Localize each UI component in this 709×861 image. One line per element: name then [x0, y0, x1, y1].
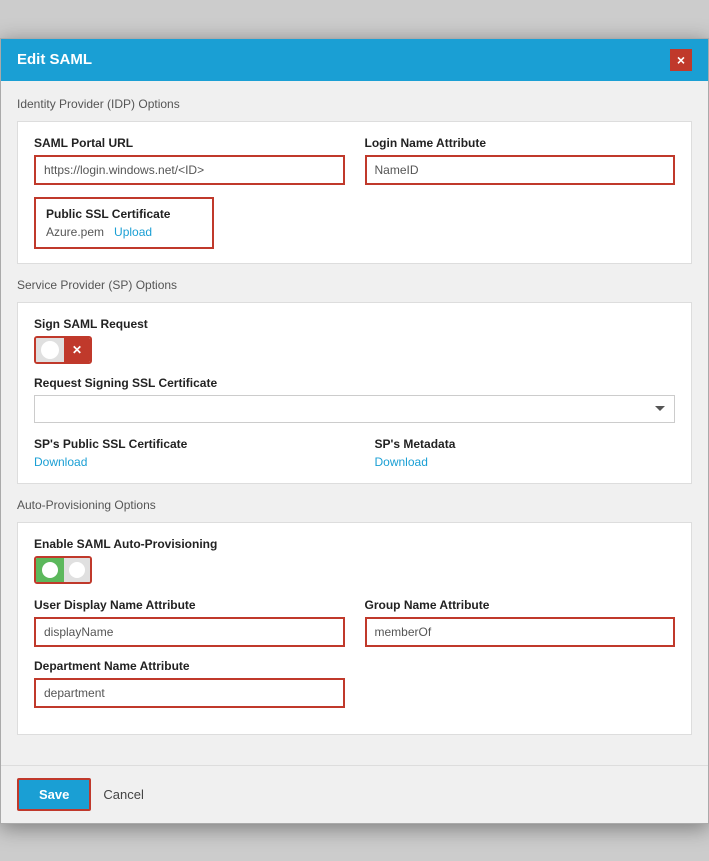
sign-saml-group: Sign SAML Request ✕	[34, 317, 675, 364]
request-signing-label: Request Signing SSL Certificate	[34, 376, 675, 390]
saml-url-group: SAML Portal URL	[34, 136, 345, 185]
modal-header: Edit SAML ×	[1, 39, 708, 81]
sp-public-ssl-label: SP's Public SSL Certificate	[34, 437, 335, 451]
dept-name-group: Department Name Attribute	[34, 659, 345, 708]
toggle-circle-green	[42, 562, 58, 578]
ssl-cert-filename: Azure.pem	[46, 225, 104, 239]
auto-prov-section-title: Auto-Provisioning Options	[17, 498, 692, 512]
sp-public-ssl-download[interactable]: Download	[34, 455, 87, 469]
sp-metadata-label: SP's Metadata	[375, 437, 676, 451]
enable-auto-prov-group: Enable SAML Auto-Provisioning	[34, 537, 675, 584]
toggle-green-part	[36, 558, 64, 582]
modal-close-button[interactable]: ×	[670, 49, 692, 71]
save-button[interactable]: Save	[17, 778, 91, 811]
sp-metadata-col: SP's Metadata Download	[375, 437, 676, 469]
ssl-cert-row: Azure.pem Upload	[46, 225, 202, 239]
dept-name-label: Department Name Attribute	[34, 659, 345, 673]
enable-toggle-container	[34, 556, 675, 584]
request-signing-select[interactable]	[34, 395, 675, 423]
auto-prov-row2: Department Name Attribute	[34, 659, 675, 708]
sign-saml-toggle[interactable]: ✕	[34, 336, 92, 364]
sp-section-title: Service Provider (SP) Options	[17, 278, 692, 292]
enable-auto-prov-toggle[interactable]	[34, 556, 92, 584]
ssl-cert-box: Public SSL Certificate Azure.pem Upload	[34, 197, 214, 249]
group-name-label: Group Name Attribute	[365, 598, 676, 612]
edit-saml-modal: Edit SAML × Identity Provider (IDP) Opti…	[0, 38, 709, 824]
cancel-button[interactable]: Cancel	[103, 787, 143, 802]
request-signing-group: Request Signing SSL Certificate	[34, 376, 675, 423]
group-name-group: Group Name Attribute	[365, 598, 676, 647]
saml-url-input[interactable]	[34, 155, 345, 185]
sp-public-ssl-col: SP's Public SSL Certificate Download	[34, 437, 335, 469]
modal-footer: Save Cancel	[1, 765, 708, 823]
modal-body: Identity Provider (IDP) Options SAML Por…	[1, 81, 708, 765]
user-display-input[interactable]	[34, 617, 345, 647]
sp-section-box: Sign SAML Request ✕ Request Signing SSL …	[17, 302, 692, 484]
toggle-circle-right	[69, 562, 85, 578]
modal-title: Edit SAML	[17, 51, 92, 68]
enable-auto-prov-label: Enable SAML Auto-Provisioning	[34, 537, 675, 551]
sign-saml-toggle-container: ✕	[34, 336, 675, 364]
sp-metadata-download[interactable]: Download	[375, 455, 428, 469]
toggle-on-part	[36, 338, 64, 362]
sign-saml-label: Sign SAML Request	[34, 317, 675, 331]
login-name-input[interactable]	[365, 155, 676, 185]
toggle-right-part	[64, 558, 90, 582]
login-name-group: Login Name Attribute	[365, 136, 676, 185]
idp-section-box: SAML Portal URL Login Name Attribute Pub…	[17, 121, 692, 264]
toggle-circle	[41, 341, 59, 359]
ssl-cert-label: Public SSL Certificate	[46, 207, 202, 221]
sp-cert-row: SP's Public SSL Certificate Download SP'…	[34, 437, 675, 469]
idp-form-row: SAML Portal URL Login Name Attribute	[34, 136, 675, 185]
auto-prov-section-box: Enable SAML Auto-Provisioning User Di	[17, 522, 692, 735]
dept-name-input[interactable]	[34, 678, 345, 708]
saml-url-label: SAML Portal URL	[34, 136, 345, 150]
toggle-off-part: ✕	[64, 338, 90, 362]
user-display-group: User Display Name Attribute	[34, 598, 345, 647]
idp-section-title: Identity Provider (IDP) Options	[17, 97, 692, 111]
user-display-label: User Display Name Attribute	[34, 598, 345, 612]
auto-prov-row1: User Display Name Attribute Group Name A…	[34, 598, 675, 647]
group-name-input[interactable]	[365, 617, 676, 647]
login-name-label: Login Name Attribute	[365, 136, 676, 150]
ssl-upload-link[interactable]: Upload	[114, 225, 152, 239]
